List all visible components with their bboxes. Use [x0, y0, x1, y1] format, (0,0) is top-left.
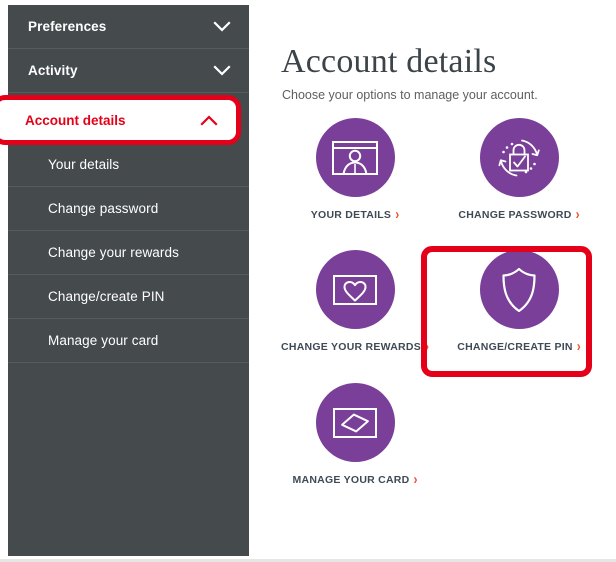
- sidebar-item-preferences[interactable]: Preferences: [8, 5, 249, 49]
- sidebar-item-label: Preferences: [28, 19, 213, 34]
- chevron-down-icon: [213, 21, 231, 32]
- padlock-refresh-icon: [480, 118, 559, 197]
- sidebar-item-label: Your details: [48, 157, 119, 172]
- tile-label: MANAGE YOUR CARD: [293, 474, 410, 486]
- sidebar-item-account-details[interactable]: Account details: [0, 95, 241, 145]
- sidebar-item-label: Activity: [28, 63, 213, 78]
- chevron-right-icon: ›: [577, 337, 581, 355]
- chevron-right-icon: ›: [413, 470, 417, 488]
- shield-icon: [480, 250, 559, 329]
- sidebar-item-your-details[interactable]: Your details: [8, 143, 249, 187]
- tile-change-create-pin[interactable]: CHANGE/CREATE PIN ›: [435, 250, 603, 355]
- sidebar-item-activity[interactable]: Activity: [8, 49, 249, 93]
- app-root: Preferences Activity Your details Change…: [0, 0, 616, 562]
- sidebar-item-change-create-pin[interactable]: Change/create PIN: [8, 275, 249, 319]
- tile-label: CHANGE/CREATE PIN: [457, 341, 572, 353]
- sidebar-item-label: Manage your card: [48, 333, 158, 348]
- chevron-right-icon: ›: [576, 205, 580, 223]
- tile-label: YOUR DETAILS: [311, 209, 391, 221]
- page-title: Account details: [281, 43, 496, 81]
- chevron-right-icon: ›: [425, 337, 429, 355]
- card-heart-icon: [316, 250, 395, 329]
- tile-manage-your-card[interactable]: MANAGE YOUR CARD›: [271, 383, 439, 488]
- sidebar-item-change-your-rewards[interactable]: Change your rewards: [8, 231, 249, 275]
- person-card-icon: [316, 118, 395, 197]
- chevron-up-icon: [200, 115, 218, 126]
- main-content: Account details Choose your options to m…: [249, 0, 616, 562]
- sidebar-item-manage-your-card[interactable]: Manage your card: [8, 319, 249, 363]
- chevron-down-icon: [213, 65, 231, 76]
- sidebar-item-label: Change/create PIN: [48, 289, 165, 304]
- tile-change-password[interactable]: CHANGE PASSWORD ›: [435, 118, 603, 223]
- sidebar: Preferences Activity Your details Change…: [8, 5, 249, 556]
- sidebar-item-change-password[interactable]: Change password: [8, 187, 249, 231]
- sidebar-item-label: Account details: [25, 113, 200, 128]
- chevron-right-icon: ›: [395, 205, 399, 223]
- tile-label: CHANGE YOUR REWARDS: [281, 341, 421, 353]
- tile-change-your-rewards[interactable]: CHANGE YOUR REWARDS ›: [271, 250, 439, 355]
- sidebar-item-label: Change your rewards: [48, 245, 179, 260]
- tile-your-details[interactable]: YOUR DETAILS ›: [271, 118, 439, 223]
- tile-label: CHANGE PASSWORD: [458, 209, 571, 221]
- sidebar-item-label: Change password: [48, 201, 158, 216]
- page-subtitle: Choose your options to manage your accou…: [282, 88, 538, 102]
- card-diamond-icon: [316, 383, 395, 462]
